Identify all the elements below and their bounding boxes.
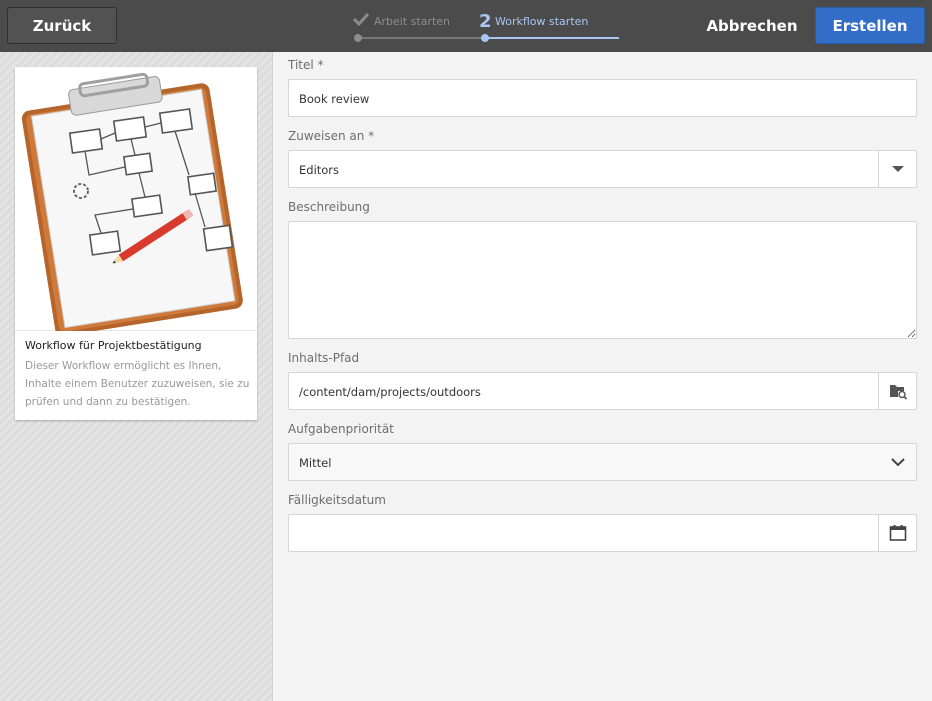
workflow-card[interactable]: Workflow für Projektbestätigung Dieser W…: [15, 67, 257, 420]
cancel-button[interactable]: Abbrechen: [704, 7, 800, 44]
step-number: 2: [479, 11, 492, 32]
chevron-down-icon: [891, 458, 905, 467]
checkmark-icon: [352, 12, 370, 27]
step-label-start-workflow[interactable]: Workflow starten: [495, 15, 588, 28]
calendar-icon: [889, 525, 906, 541]
title-field[interactable]: Book review: [288, 79, 917, 117]
title-value: Book review: [299, 92, 370, 106]
title-label: Titel *: [288, 58, 324, 72]
description-textarea[interactable]: [288, 221, 917, 339]
browse-path-button[interactable]: [878, 373, 916, 409]
priority-select[interactable]: Mittel: [288, 443, 917, 481]
assign-label: Zuweisen an *: [288, 129, 375, 143]
due-date-label: Fälligkeitsdatum: [288, 493, 386, 507]
step-dot-1: [354, 34, 362, 42]
step-track-active: [485, 37, 619, 39]
assign-select[interactable]: Editors: [288, 150, 917, 188]
priority-label: Aufgabenpriorität: [288, 422, 394, 436]
step-track-completed: [358, 37, 485, 39]
left-panel: Workflow für Projektbestätigung Dieser W…: [0, 52, 273, 701]
card-title: Workflow für Projektbestätigung: [25, 339, 202, 352]
wizard-steps: Arbeit starten 2 Workflow starten: [340, 0, 640, 52]
assign-value: Editors: [299, 163, 340, 177]
content-path-value: /content/dam/projects/outdoors: [299, 385, 481, 399]
caret-down-icon: [891, 166, 904, 172]
content-path-label: Inhalts-Pfad: [288, 351, 360, 365]
top-toolbar: Zurück Arbeit starten 2 Workflow starten…: [0, 0, 932, 52]
create-button[interactable]: Erstellen: [815, 7, 925, 44]
folder-search-icon: [889, 385, 907, 400]
description-label: Beschreibung: [288, 200, 370, 214]
priority-value: Mittel: [299, 456, 332, 470]
clipboard-illustration: [15, 67, 257, 336]
step-dot-2: [481, 34, 489, 42]
assign-dropdown-button[interactable]: [878, 151, 916, 187]
back-button[interactable]: Zurück: [7, 7, 117, 44]
step-label-start-work[interactable]: Arbeit starten: [374, 15, 450, 28]
card-description: Dieser Workflow ermöglicht es Ihnen, Inh…: [25, 360, 250, 408]
content-path-field[interactable]: /content/dam/projects/outdoors: [288, 372, 917, 410]
calendar-button[interactable]: [878, 515, 916, 551]
clipboard-flowchart-icon: [21, 72, 243, 336]
due-date-field[interactable]: [288, 514, 917, 552]
